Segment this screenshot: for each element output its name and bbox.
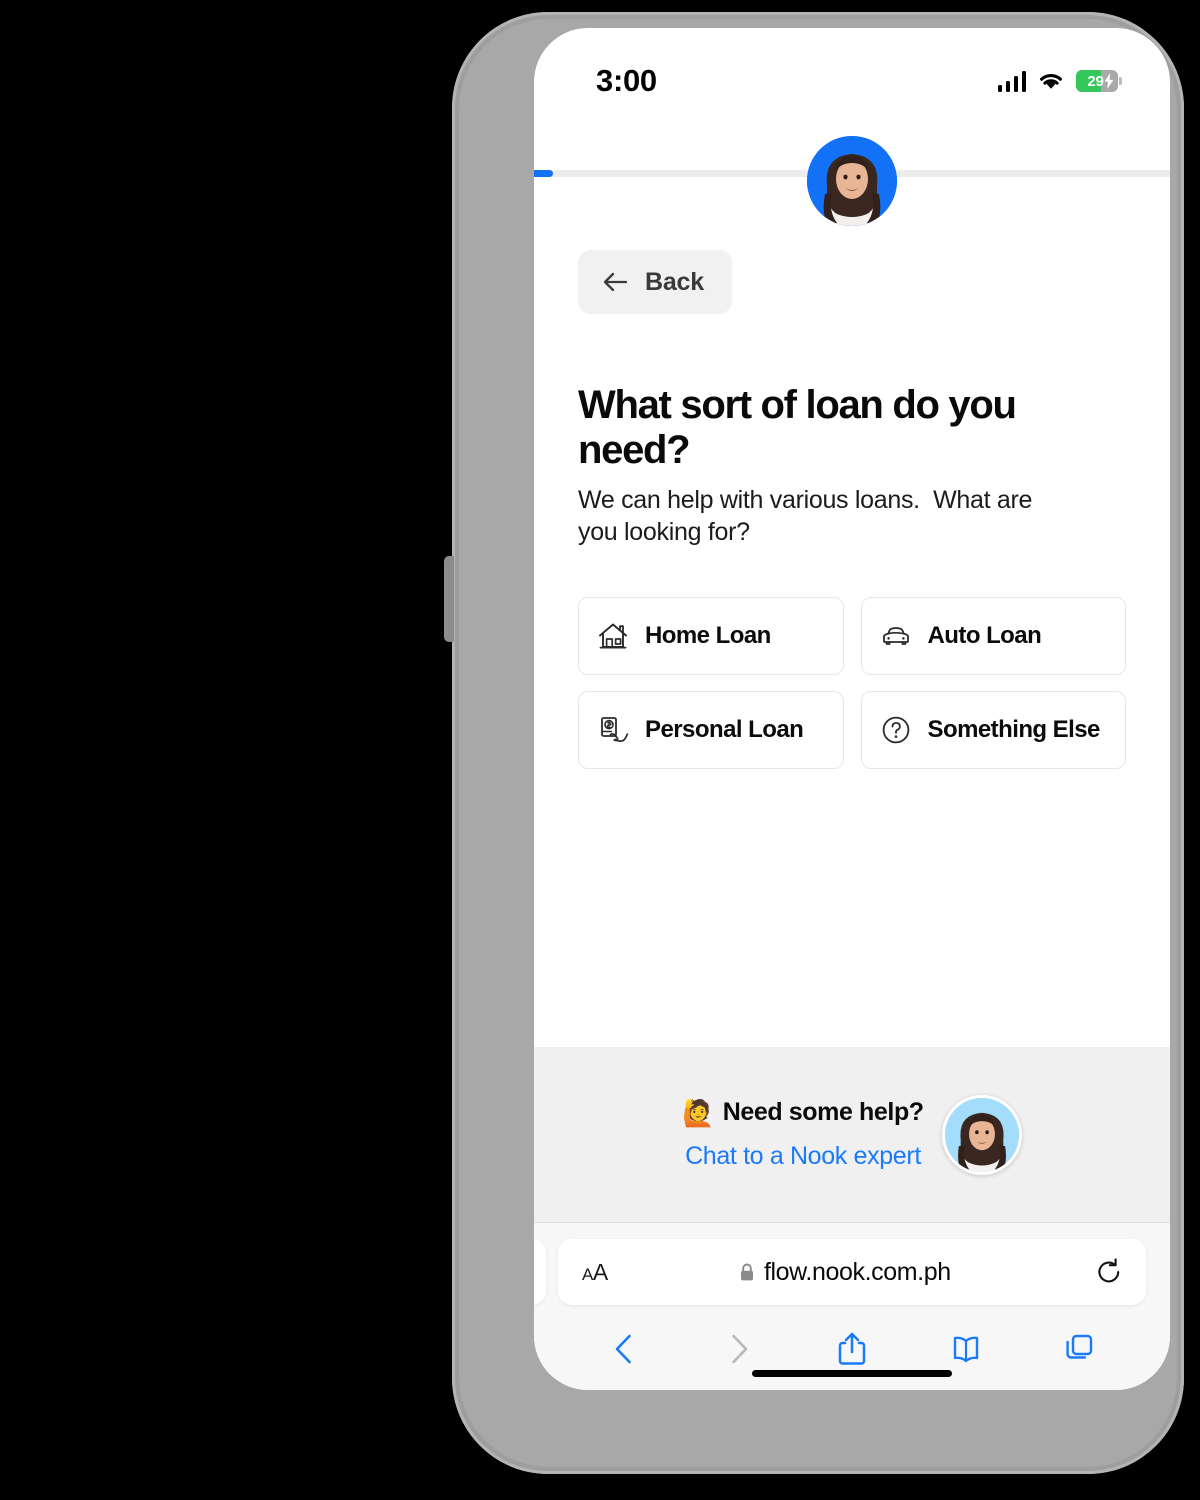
hand-holding-money-icon (601, 716, 629, 742)
page-content: Back What sort of loan do you need? We c… (534, 203, 1170, 769)
back-button[interactable]: Back (578, 250, 732, 314)
help-text-column: 🙋 Need some help? Chat to a Nook expert (682, 1097, 924, 1171)
page-title: What sort of loan do you need? (578, 383, 1017, 472)
help-title-row: 🙋 Need some help? (682, 1097, 924, 1128)
raising-hand-emoji-icon: 🙋 (682, 1097, 715, 1128)
page-subtitle: We can help with various loans. What are… (578, 485, 1039, 546)
option-home-loan[interactable]: Home Loan (578, 596, 844, 675)
option-something-else[interactable]: Something Else (860, 690, 1126, 769)
option-home-loan-label: Home Loan (645, 621, 771, 649)
help-banner: 🙋 Need some help? Chat to a Nook expert (534, 1047, 1170, 1222)
hero-avatar (807, 136, 897, 226)
option-auto-loan-label: Auto Loan (927, 621, 1042, 649)
back-button-label: Back (645, 267, 704, 296)
house-icon (599, 623, 627, 649)
status-bar: 3:00 29 (534, 28, 1170, 112)
help-title: Need some help? (722, 1098, 924, 1126)
address-bar-url: flow.nook.com.ph (763, 1257, 951, 1286)
option-auto-loan[interactable]: Auto Loan (860, 596, 1126, 675)
share-icon[interactable] (835, 1331, 869, 1367)
status-bar-clock: 3:00 (596, 63, 657, 98)
question-circle-icon (882, 716, 909, 743)
phone-screen: 3:00 29 Back What sort of loan do you ne… (534, 28, 1170, 1390)
tabs-icon[interactable] (1062, 1331, 1096, 1367)
option-personal-loan[interactable]: Personal Loan (578, 690, 844, 769)
cellular-signal-icon (997, 70, 1026, 92)
adjacent-tab-sliver[interactable] (534, 1239, 546, 1305)
home-indicator (752, 1370, 952, 1377)
safari-address-bar[interactable]: AA flow.nook.com.ph (558, 1239, 1146, 1305)
screenshot-canvas: 3:00 29 Back What sort of loan do you ne… (0, 0, 1200, 1500)
bookmarks-icon[interactable] (949, 1331, 983, 1367)
option-personal-loan-label: Personal Loan (645, 715, 804, 743)
loan-type-options: Home Loan Auto Loan Personal Loan Someth… (578, 596, 1126, 769)
lock-icon (740, 1263, 753, 1281)
back-icon[interactable] (608, 1331, 642, 1367)
text-size-small-a: A (582, 1264, 593, 1284)
chat-to-expert-link[interactable]: Chat to a Nook expert (682, 1142, 923, 1171)
option-something-else-label: Something Else (927, 715, 1101, 743)
help-expert-avatar[interactable] (941, 1094, 1022, 1175)
reload-icon[interactable] (1096, 1258, 1122, 1286)
arrow-left-icon (603, 272, 628, 292)
battery-charging-bolt-icon (1104, 73, 1114, 89)
wifi-icon (1040, 74, 1062, 89)
flow-progress-fill (534, 170, 554, 177)
forward-icon (732, 1334, 748, 1364)
address-bar-center: flow.nook.com.ph (594, 1258, 1096, 1287)
battery-icon: 29 (1076, 70, 1122, 92)
phone-side-button[interactable] (444, 556, 454, 642)
safari-browser-chrome: AA flow.nook.com.ph (534, 1222, 1170, 1390)
status-bar-indicators: 29 (997, 70, 1122, 92)
car-icon (882, 626, 909, 645)
